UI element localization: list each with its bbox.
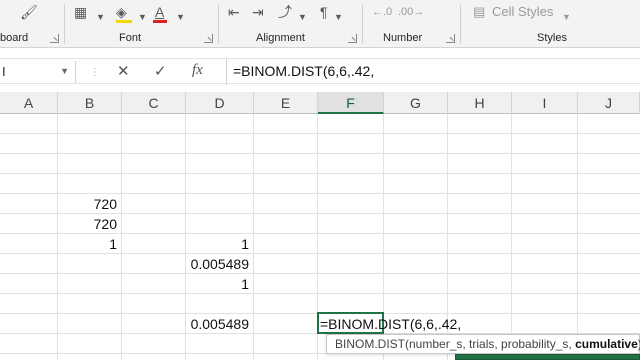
function-argument-tooltip: BINOM.DIST(number_s, trials, probability… — [326, 334, 640, 354]
font-launcher-icon[interactable] — [204, 34, 213, 43]
font-color-swatch — [153, 20, 167, 23]
clipboard-group-label: board — [0, 32, 29, 44]
column-header-a[interactable]: A — [0, 92, 58, 114]
column-header-f[interactable]: F — [318, 92, 384, 114]
name-box-value: I — [2, 64, 6, 79]
formula-bar: I ▼ ⋮ ✕ ✓ fx =BINOM.DIST(6,6,.42, — [0, 58, 640, 85]
font-group-label: Font — [119, 32, 142, 44]
format-painter-icon[interactable]: 🖌 — [20, 4, 38, 20]
enter-icon[interactable]: ✓ — [154, 62, 167, 80]
clipboard-launcher-icon[interactable] — [50, 34, 59, 43]
column-header-j[interactable]: J — [578, 92, 640, 114]
gridline — [0, 173, 640, 174]
increase-decimal-icon[interactable]: ←.0 — [372, 4, 392, 20]
group-divider — [460, 4, 461, 44]
column-header-e[interactable]: E — [254, 92, 318, 114]
insert-function-button[interactable]: fx — [192, 62, 203, 79]
number-launcher-icon[interactable] — [446, 34, 455, 43]
cell-d-value[interactable]: 0.005489 — [186, 314, 254, 334]
gridline — [0, 133, 640, 134]
column-header-b[interactable]: B — [58, 92, 122, 114]
font-color-dropdown-icon[interactable]: ▼ — [176, 9, 185, 25]
ribbon: 🖌 board ▦ ▼ ◈ ▼ A ▼ Font ⇤ ⇥ ⤴ ▼ ¶ ▼ Ali… — [0, 0, 640, 48]
formula-bar-grip-icon: ⋮ — [90, 67, 100, 78]
font-color-icon[interactable]: A — [155, 4, 164, 20]
in-cell-formula[interactable]: =BINOM.DIST(6,6,.42, — [320, 314, 461, 334]
alignment-launcher-icon[interactable] — [348, 34, 357, 43]
group-divider — [362, 4, 363, 44]
tooltip-function-name[interactable]: BINOM.DIST( — [335, 337, 409, 351]
orientation-icon[interactable]: ⤴ — [278, 4, 292, 20]
number-group-label: Number — [383, 32, 423, 44]
orientation-dropdown-icon[interactable]: ▼ — [298, 9, 307, 25]
autocomplete-dropdown[interactable] — [455, 354, 640, 360]
alignment-group-label: Alignment — [256, 32, 305, 44]
text-direction-dropdown-icon[interactable]: ▼ — [334, 9, 343, 25]
gridline — [511, 114, 512, 360]
tooltip-args: number_s, trials, probability_s, — [409, 337, 572, 351]
fill-color-swatch — [116, 20, 132, 23]
cell-d-value[interactable]: 1 — [186, 274, 254, 294]
decrease-indent-icon[interactable]: ⇤ — [228, 4, 240, 20]
column-header-c[interactable]: C — [122, 92, 186, 114]
cell-styles-dropdown-icon[interactable]: ▼ — [562, 9, 571, 25]
cell-b-value[interactable]: 720 — [58, 214, 122, 234]
tooltip-current-arg: cumulative — [575, 337, 638, 351]
gridline — [0, 273, 640, 274]
fill-color-icon[interactable]: ◈ — [116, 4, 127, 20]
cancel-icon[interactable]: ✕ — [117, 62, 130, 80]
cell-b-value[interactable]: 720 — [58, 194, 122, 214]
decrease-decimal-icon[interactable]: .00→ — [398, 4, 424, 20]
gridline — [0, 293, 640, 294]
group-divider — [64, 4, 65, 44]
cell-styles-button[interactable]: Cell Styles — [492, 4, 553, 20]
column-header-h[interactable]: H — [448, 92, 512, 114]
text-direction-icon[interactable]: ¶ — [320, 4, 328, 20]
styles-group-label: Styles — [537, 32, 567, 44]
column-header-i[interactable]: I — [512, 92, 578, 114]
gridline — [577, 114, 578, 360]
cell-d-value[interactable]: 1 — [186, 234, 254, 254]
increase-indent-icon[interactable]: ⇥ — [252, 4, 264, 20]
cell-b-value[interactable]: 1 — [58, 234, 122, 254]
column-header-g[interactable]: G — [384, 92, 448, 114]
name-box[interactable]: I ▼ — [0, 61, 76, 83]
borders-dropdown-icon[interactable]: ▼ — [96, 9, 105, 25]
fill-color-dropdown-icon[interactable]: ▼ — [138, 9, 147, 25]
name-box-dropdown-icon[interactable]: ▼ — [60, 66, 69, 76]
column-header-d[interactable]: D — [186, 92, 254, 114]
gridline — [0, 153, 640, 154]
cell-styles-icon[interactable]: ▤ — [473, 4, 485, 20]
formula-input[interactable]: =BINOM.DIST(6,6,.42, — [226, 59, 640, 85]
group-divider — [218, 4, 219, 44]
cell-d-value[interactable]: 0.005489 — [186, 254, 254, 274]
borders-icon[interactable]: ▦ — [74, 4, 87, 20]
